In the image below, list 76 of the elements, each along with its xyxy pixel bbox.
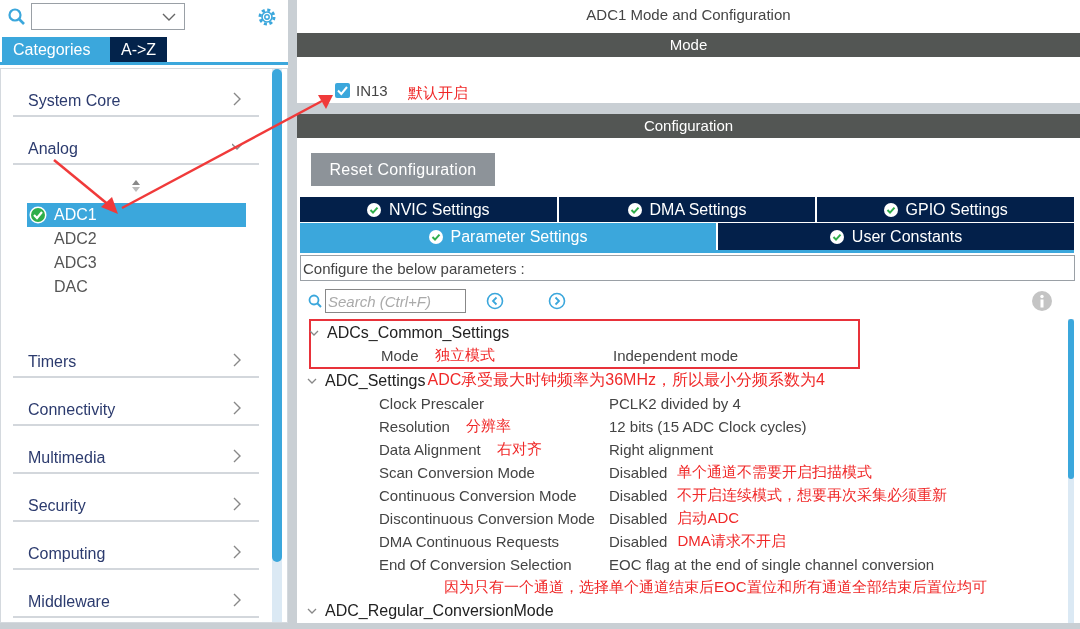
category-item[interactable]: Middleware — [13, 570, 259, 618]
parameter-label[interactable]: Resolution — [379, 418, 450, 435]
parameter-value[interactable]: Disabled — [609, 464, 668, 481]
chevron-right-icon — [232, 92, 242, 106]
parameter-value[interactable]: EOC flag at the end of single channel conversion — [609, 556, 935, 573]
category-item[interactable]: Multimedia — [13, 426, 259, 474]
check-circle-icon — [367, 202, 382, 217]
section-header: Configuration — [297, 114, 1080, 138]
parameter-value[interactable]: Disabled — [609, 533, 668, 550]
parameter-label[interactable]: Discontinuous Conversion Mode — [379, 510, 595, 527]
parameter-label[interactable]: Continuous Conversion Mode — [379, 487, 577, 504]
chevron-right-icon — [232, 497, 242, 511]
settings-tab[interactable]: DMA Settings — [558, 197, 816, 222]
panel-title: ADC1 Mode and Configuration — [585, 5, 792, 25]
search-icon — [308, 294, 322, 308]
check-circle-icon — [883, 202, 898, 217]
chevron-right-icon — [232, 449, 242, 463]
peripheral-item[interactable]: ADC2 — [27, 227, 246, 251]
description-field: Configure the below parameters : — [300, 255, 1075, 281]
checkbox[interactable] — [335, 83, 350, 98]
chevron-down-icon — [162, 12, 176, 21]
annotation-text: 分辨率 — [465, 417, 511, 436]
parameter-label[interactable]: Clock Prescaler — [379, 395, 485, 412]
category-item[interactable]: Security — [13, 474, 259, 522]
parameter-label[interactable]: Scan Conversion Mode — [379, 464, 535, 481]
annotation-text: 因为只有一个通道，选择单个通道结束后EOC置位和所有通道全部结束后置位均可 — [444, 578, 987, 597]
group-label[interactable]: ADC_Settings — [325, 371, 426, 390]
category-item[interactable]: Computing — [13, 522, 259, 570]
category-item[interactable]: System Core — [13, 69, 259, 117]
parameter-value[interactable]: Disabled — [609, 510, 668, 527]
annotation-text: 启动ADC — [677, 509, 740, 528]
parameter-label[interactable]: DMA Continuous Requests — [379, 533, 560, 550]
annotation-text: 不开启连续模式，想要再次采集必须重新 — [677, 486, 948, 505]
chevron-right-icon — [232, 593, 242, 607]
parameter-label[interactable]: Mode — [381, 347, 419, 364]
scrollbar[interactable] — [1068, 319, 1074, 623]
annotation-text: DMA请求不开启 — [677, 532, 786, 551]
section-header: Mode — [297, 33, 1080, 57]
group-label[interactable]: ADC_Regular_ConversionMode — [325, 601, 554, 620]
channel-label: IN13 — [356, 82, 388, 99]
parameter-value[interactable]: Independent mode — [613, 347, 739, 364]
info-icon — [1032, 291, 1052, 311]
annotation-text: 右对齐 — [496, 440, 542, 459]
peripheral-item[interactable]: DAC — [27, 275, 246, 299]
parameter-value[interactable]: 12 bits (15 ADC Clock cycles) — [609, 418, 807, 435]
settings-tab[interactable]: User Constants — [718, 223, 1074, 250]
check-circle-icon — [829, 229, 844, 244]
chevron-right-icon — [232, 545, 242, 559]
category-tab[interactable]: A->Z — [110, 37, 168, 62]
annotation-text: 独立模式 — [434, 346, 495, 365]
parameter-value[interactable]: Right alignment — [609, 441, 714, 458]
chevron-right-icon — [232, 353, 242, 367]
chevron-right-icon — [232, 401, 242, 415]
annotation-text: 默认开启 — [407, 84, 468, 103]
settings-tab[interactable]: NVIC Settings — [300, 197, 557, 222]
group-label[interactable]: ADCs_Common_Settings — [327, 323, 510, 342]
sort-icon — [131, 179, 141, 193]
category-item[interactable]: Connectivity — [13, 378, 259, 426]
parameter-label[interactable]: Data Alignment — [379, 441, 481, 458]
scrollbar[interactable] — [272, 69, 282, 622]
check-circle-icon — [428, 229, 443, 244]
category-item[interactable]: Timers — [13, 330, 259, 378]
search-icon — [8, 7, 26, 26]
search-field[interactable]: Search (Ctrl+F) — [325, 289, 466, 313]
settings-tab[interactable]: GPIO Settings — [817, 197, 1074, 222]
category-item[interactable]: Analog — [13, 117, 259, 165]
annotation-text: 单个通道不需要开启扫描模式 — [677, 463, 873, 482]
annotation-text: ADC承受最大时钟频率为36MHz，所以最小分频系数为4 — [427, 370, 825, 390]
check-circle-icon — [627, 202, 642, 217]
previous-icon — [486, 292, 504, 310]
next-icon — [548, 292, 566, 310]
parameter-value[interactable]: PCLK2 divided by 4 — [609, 395, 741, 412]
parameter-label[interactable]: End Of Conversion Selection — [379, 556, 572, 573]
parameter-value[interactable]: Disabled — [609, 487, 668, 504]
peripheral-item[interactable]: ADC3 — [27, 251, 246, 275]
search-dropdown[interactable] — [31, 3, 185, 30]
